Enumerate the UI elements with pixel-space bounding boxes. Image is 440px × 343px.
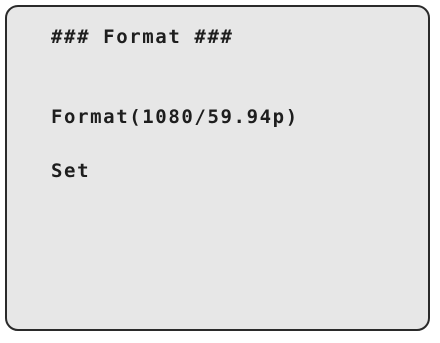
format-menu-screen: ### Format ### Format(1080/59.94p) Set (5, 5, 430, 331)
set-menu-item[interactable]: Set (51, 162, 90, 181)
menu-title: ### Format ### (51, 26, 234, 48)
format-menu-item[interactable]: Format(1080/59.94p) (51, 108, 299, 127)
